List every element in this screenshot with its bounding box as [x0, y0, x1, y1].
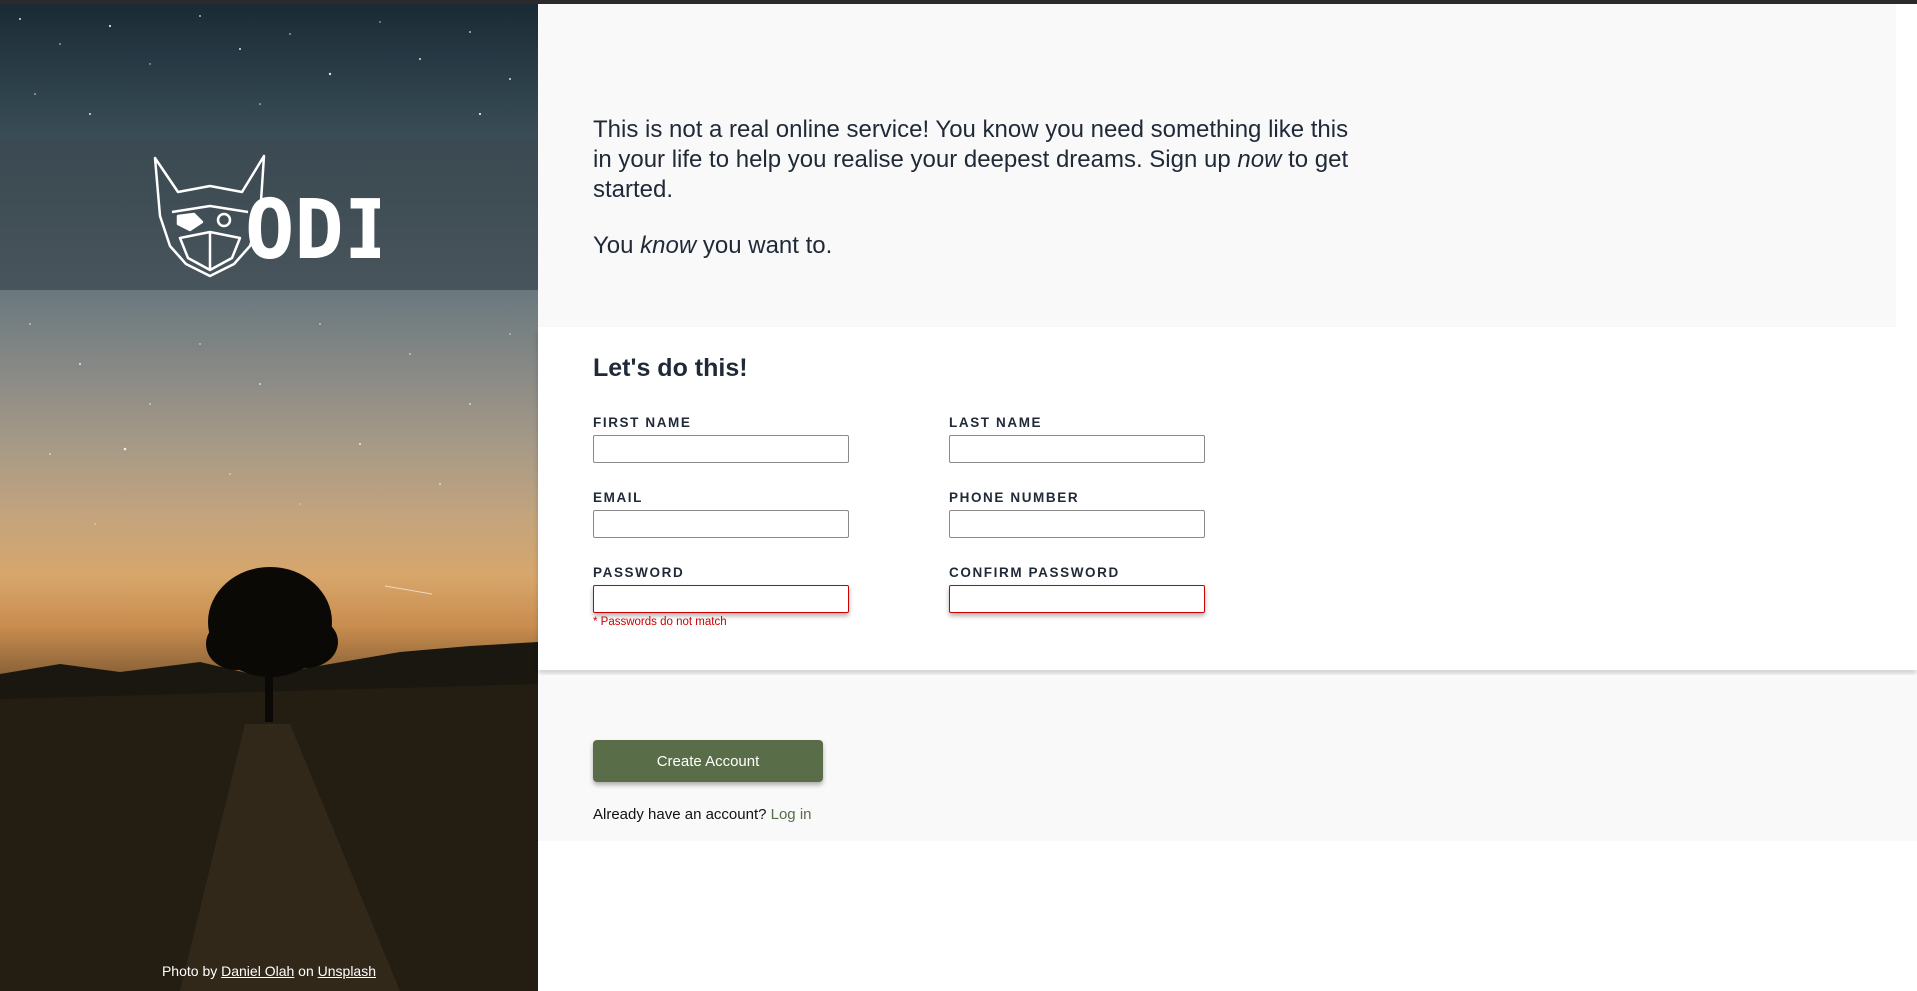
- intro-text: This is not a real online service! You k…: [593, 115, 1353, 261]
- phone-input[interactable]: [949, 510, 1205, 538]
- photo-credit: Photo by Daniel Olah on Unsplash: [0, 963, 538, 979]
- password-input[interactable]: [593, 585, 849, 613]
- last-name-input[interactable]: [949, 435, 1205, 463]
- credit-author-link[interactable]: Daniel Olah: [221, 963, 294, 979]
- credit-source-link[interactable]: Unsplash: [318, 963, 376, 979]
- password-field: Password * Passwords do not match: [593, 565, 849, 628]
- intro-emphasis-now: now: [1237, 146, 1282, 173]
- intro-line1: This is not a real online service! You k…: [593, 116, 1349, 173]
- credit-middle: on: [298, 963, 314, 979]
- last-name-label: Last Name: [949, 415, 1043, 430]
- login-prompt-text: Already have an account?: [593, 806, 767, 823]
- intro-emphasis-know: know: [640, 232, 697, 259]
- form-title: Let's do this!: [593, 354, 748, 382]
- phone-field: Phone Number: [949, 490, 1205, 538]
- actions-panel: Create Account Already have an account? …: [538, 675, 1917, 841]
- password-label: Password: [593, 565, 685, 580]
- intro-line2-end: you want to.: [702, 232, 833, 259]
- email-label: Email: [593, 490, 643, 505]
- credit-prefix: Photo by: [161, 963, 218, 979]
- signup-form: Let's do this! First Name Last Name Emai…: [538, 327, 1917, 670]
- email-field: Email: [593, 490, 849, 538]
- login-link[interactable]: Log in: [771, 806, 812, 823]
- intro-line2-start: You: [593, 232, 634, 259]
- login-prompt: Already have an account? Log in: [593, 806, 812, 823]
- phone-label: Phone Number: [949, 490, 1080, 505]
- confirm-password-label: Confirm Password: [949, 565, 1120, 580]
- confirm-password-input[interactable]: [949, 585, 1205, 613]
- night-sky: [19, 15, 511, 595]
- last-name-field: Last Name: [949, 415, 1205, 463]
- logo-wordmark: ODIN: [245, 183, 380, 278]
- odin-logo: ODIN: [153, 154, 380, 278]
- password-error: * Passwords do not match: [593, 616, 727, 628]
- first-name-field: First Name: [593, 415, 849, 463]
- create-account-button[interactable]: Create Account: [593, 740, 823, 782]
- email-input[interactable]: [593, 510, 849, 538]
- first-name-input[interactable]: [593, 435, 849, 463]
- tree-landscape: [0, 567, 538, 991]
- confirm-password-field: Confirm Password: [949, 565, 1205, 613]
- intro-panel: This is not a real online service! You k…: [538, 4, 1896, 327]
- first-name-label: First Name: [593, 415, 692, 430]
